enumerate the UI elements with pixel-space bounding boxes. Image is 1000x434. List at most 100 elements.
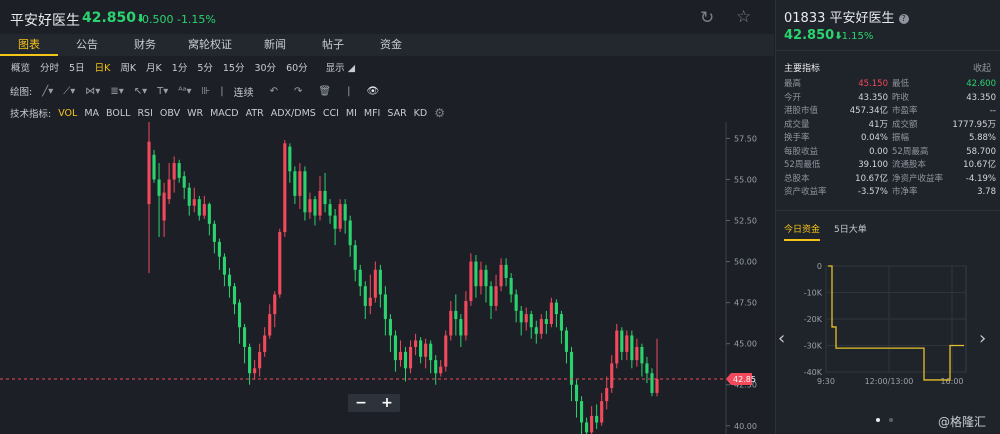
- period-5min[interactable]: 5分: [192, 60, 218, 78]
- indicator-mi[interactable]: MI: [346, 108, 357, 119]
- candle-body: [514, 294, 518, 311]
- tab-warrants[interactable]: 窝轮权证: [174, 34, 246, 56]
- y-tick-label: 47.50: [734, 299, 757, 308]
- eye-icon[interactable]: 👁: [366, 86, 379, 97]
- candle-body: [293, 171, 297, 196]
- period-weekly-k[interactable]: 周K: [115, 60, 141, 78]
- indicator-macd[interactable]: MACD: [210, 108, 238, 119]
- candle-body: [207, 204, 211, 224]
- stat-label: 港股市值: [784, 106, 819, 116]
- indicator-vol[interactable]: VOL: [58, 108, 77, 119]
- flow-line: [828, 265, 964, 381]
- watermark: @格隆汇: [938, 415, 987, 429]
- trash-icon[interactable]: 🗑: [318, 86, 331, 97]
- candle-body: [232, 286, 237, 305]
- stat-value: -3.57%: [857, 187, 888, 197]
- fib-tool-icon[interactable]: ≣▾: [110, 86, 123, 97]
- indicator-bar: 技术指标: VOL MA BOLL RSI OBV WR MACD ATR AD…: [10, 106, 445, 120]
- indicator-boll[interactable]: BOLL: [106, 108, 130, 119]
- indicator-adx[interactable]: ADX/DMS: [271, 108, 316, 119]
- candle-body: [489, 286, 493, 306]
- period-intraday[interactable]: 分时: [35, 60, 64, 78]
- divider: [776, 50, 1000, 51]
- tab-announcement[interactable]: 公告: [58, 34, 116, 56]
- candle-body: [630, 335, 634, 361]
- arrow-tool-icon[interactable]: ↖▾: [134, 86, 147, 97]
- candle-body: [222, 256, 227, 275]
- indicator-rsi[interactable]: RSI: [137, 108, 152, 119]
- candle-body: [645, 363, 649, 374]
- period-monthly-k[interactable]: 月K: [141, 60, 167, 78]
- period-60min[interactable]: 60分: [281, 60, 313, 78]
- period-1min[interactable]: 1分: [167, 60, 193, 78]
- candle-body: [378, 269, 382, 295]
- indicator-kd[interactable]: KD: [414, 108, 428, 119]
- period-15min[interactable]: 15分: [218, 60, 250, 78]
- tab-funds[interactable]: 资金: [362, 34, 420, 56]
- candle-body: [403, 351, 408, 369]
- candle-body: [524, 314, 528, 323]
- tab-5day-large-orders[interactable]: 5日大单: [834, 222, 867, 241]
- channel-tool-icon[interactable]: ⋈▾: [85, 86, 100, 97]
- help-icon[interactable]: ?: [898, 13, 909, 24]
- tab-today-funds[interactable]: 今日资金: [784, 222, 821, 241]
- candle-body: [152, 154, 156, 180]
- stat-value: 39.100: [858, 160, 888, 170]
- stat-value: 0.04%: [860, 133, 888, 143]
- stat-value: 5.88%: [968, 133, 996, 143]
- period-overview[interactable]: 概览: [6, 60, 35, 78]
- indicator-cci[interactable]: CCI: [323, 108, 339, 119]
- divider: |: [220, 85, 224, 97]
- main-tabs: 图表 公告 财务 窝轮权证 新闻 帖子 资金: [0, 34, 774, 56]
- candle-body: [595, 415, 599, 423]
- period-5day[interactable]: 5日: [64, 60, 90, 78]
- candle-body: [529, 314, 533, 328]
- page-dot[interactable]: [876, 418, 880, 422]
- settings-gear-icon[interactable]: ⚙: [434, 106, 445, 120]
- stat-label: 流通股本: [892, 160, 927, 170]
- indicator-atr[interactable]: ATR: [246, 108, 264, 119]
- period-30min[interactable]: 30分: [249, 60, 281, 78]
- text-tool-icon[interactable]: T▾: [157, 86, 168, 97]
- redo-icon[interactable]: ↷: [294, 86, 302, 97]
- zoom-in-button[interactable]: +: [381, 395, 393, 411]
- indicator-obv[interactable]: OBV: [160, 108, 180, 119]
- candle-body: [348, 220, 352, 246]
- measure-tool-icon[interactable]: ⊪: [202, 86, 211, 97]
- indicator-mfi[interactable]: MFI: [364, 108, 380, 119]
- flow-y-tick-label: -30K: [804, 342, 823, 351]
- refresh-icon[interactable]: ↻: [700, 8, 714, 28]
- stat-label: 昨收: [892, 92, 910, 103]
- candle-body: [504, 264, 508, 278]
- candle-body: [439, 366, 443, 374]
- candle-body: [454, 310, 458, 320]
- display-toggle[interactable]: 显示 ◢: [321, 60, 360, 78]
- indicator-wr[interactable]: WR: [187, 108, 203, 119]
- tab-news[interactable]: 新闻: [246, 34, 304, 56]
- candle-body: [509, 278, 513, 295]
- candle-body: [263, 335, 267, 352]
- ray-tool-icon[interactable]: ⟋▾: [63, 86, 75, 97]
- candle-body: [414, 340, 418, 347]
- stat-value: 43.350: [858, 92, 888, 103]
- tab-posts[interactable]: 帖子: [304, 34, 362, 56]
- page-dot[interactable]: [889, 418, 893, 422]
- stat-label: 振幅: [892, 133, 910, 143]
- font-tool-icon[interactable]: ᴬᵃ▾: [178, 86, 191, 97]
- line-tool-icon[interactable]: ╱▾: [42, 86, 53, 97]
- period-daily-k[interactable]: 日K: [90, 60, 116, 78]
- candle-body: [564, 330, 569, 352]
- divider: |: [347, 85, 351, 97]
- tab-finance[interactable]: 财务: [116, 34, 174, 56]
- continuous-toggle[interactable]: 连续: [234, 84, 254, 99]
- candle-body: [610, 363, 614, 389]
- indicator-ma[interactable]: MA: [84, 108, 99, 119]
- indicator-sar[interactable]: SAR: [387, 108, 406, 119]
- candle-body: [288, 146, 292, 172]
- tab-chart[interactable]: 图表: [0, 34, 58, 56]
- zoom-out-button[interactable]: −: [355, 395, 367, 411]
- collapse-button[interactable]: 收起: [973, 61, 991, 74]
- stat-value: 45.150: [858, 79, 888, 89]
- undo-icon[interactable]: ↶: [270, 86, 278, 97]
- star-icon[interactable]: ☆: [736, 7, 751, 27]
